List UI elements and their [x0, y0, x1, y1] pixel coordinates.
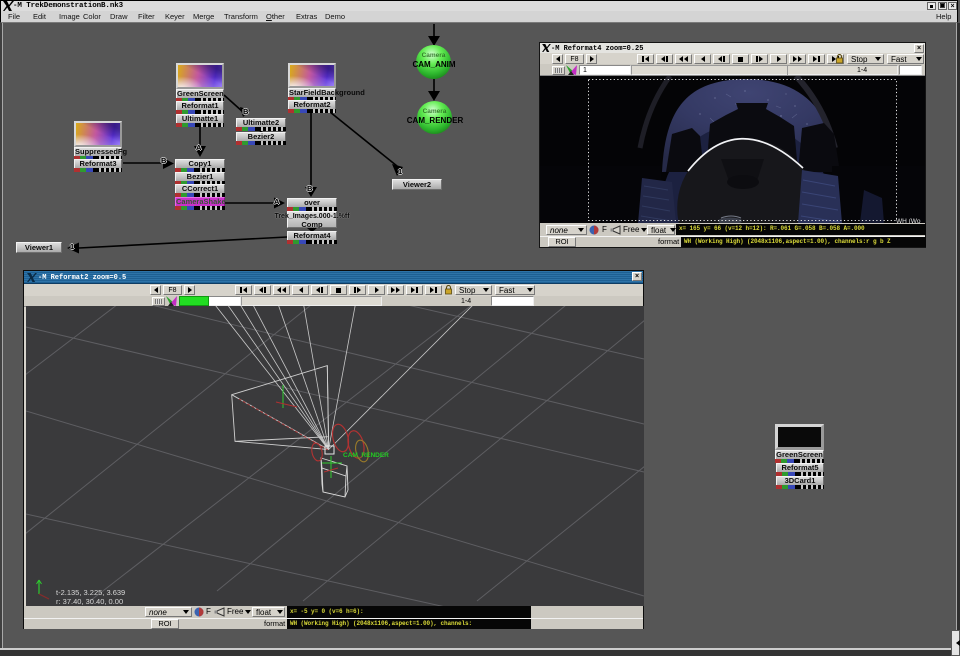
svg-text:t-2.135, 3.225, 3.639: t-2.135, 3.225, 3.639 [56, 588, 125, 597]
svg-text:r: 37.40, 30.40, 0.00: r: 37.40, 30.40, 0.00 [56, 597, 123, 606]
svg-text:CAM_RENDER: CAM_RENDER [343, 452, 389, 459]
